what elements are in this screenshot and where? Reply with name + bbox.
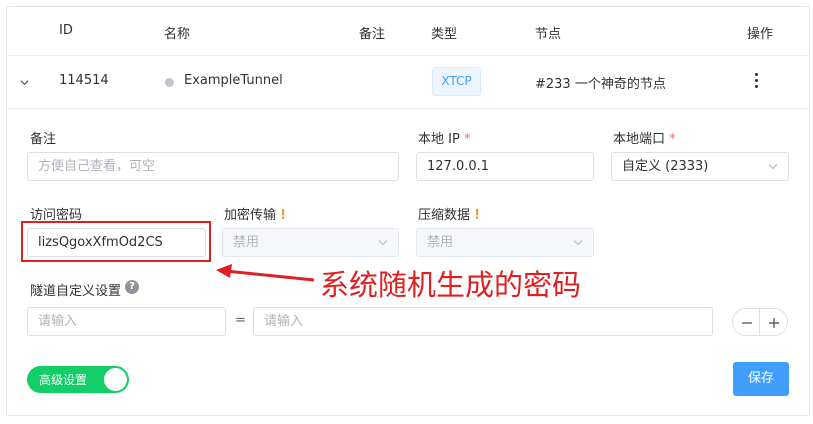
type-tag: XTCP (432, 67, 481, 96)
plus-icon (769, 318, 779, 328)
highlight-box (21, 221, 211, 262)
more-actions-icon[interactable] (754, 73, 760, 89)
remark-input[interactable]: 方便自己查看，可空 (27, 152, 399, 181)
advanced-settings-toggle[interactable]: 高级设置 (27, 366, 129, 393)
local-ip-input[interactable]: 127.0.0.1 (416, 152, 594, 181)
help-icon[interactable]: ? (125, 280, 139, 294)
remark-label: 备注 (30, 132, 57, 147)
custom-settings-label: 隧道自定义设置 (30, 284, 122, 299)
arrow-icon (216, 264, 315, 282)
remove-row-button[interactable] (732, 308, 760, 336)
status-dot-icon (165, 78, 174, 87)
table-row[interactable]: 114514 ExampleTunnel XTCP #233 一个神奇的节点 (7, 56, 809, 109)
header-name: 名称 (164, 27, 191, 42)
encryption-select[interactable]: 禁用 (222, 228, 399, 257)
chevron-down-icon (573, 240, 583, 246)
header-remark: 备注 (359, 27, 386, 42)
required-mark: * (463, 132, 471, 147)
header-type: 类型 (431, 27, 458, 42)
custom-key-input[interactable]: 请输入 (27, 307, 226, 336)
toggle-knob (104, 368, 127, 391)
header-action: 操作 (747, 27, 774, 42)
tunnel-card: ID 名称 备注 类型 节点 操作 114514 ExampleTunnel X… (6, 6, 810, 416)
warning-icon: ! (280, 208, 287, 223)
tunnel-name: ExampleTunnel (184, 73, 283, 88)
custom-value-input[interactable]: 请输入 (253, 307, 713, 336)
chevron-down-icon[interactable] (20, 78, 29, 87)
required-mark: * (669, 132, 676, 147)
equals-sign: = (235, 313, 246, 328)
chevron-down-icon (378, 240, 388, 246)
table-header: ID 名称 备注 类型 节点 操作 (7, 7, 809, 56)
add-row-button[interactable] (760, 308, 788, 336)
compression-select[interactable]: 禁用 (416, 228, 594, 257)
encryption-label: 加密传输 ! (224, 208, 287, 223)
tunnel-id: 114514 (59, 73, 109, 88)
warning-icon: ! (474, 208, 481, 223)
save-button[interactable]: 保存 (733, 362, 789, 396)
compression-label: 压缩数据 ! (418, 208, 481, 223)
local-ip-label: 本地 IP * (418, 132, 471, 147)
header-id: ID (59, 23, 73, 38)
tunnel-node: #233 一个神奇的节点 (535, 77, 666, 92)
toggle-label: 高级设置 (39, 373, 88, 387)
header-node: 节点 (535, 27, 562, 42)
minus-icon (742, 322, 752, 324)
local-port-select[interactable]: 自定义 (2333) (611, 152, 789, 181)
local-port-label: 本地端口 * (613, 132, 676, 147)
chevron-down-icon (768, 164, 778, 170)
annotation-text: 系统随机生成的密码 (320, 268, 582, 302)
